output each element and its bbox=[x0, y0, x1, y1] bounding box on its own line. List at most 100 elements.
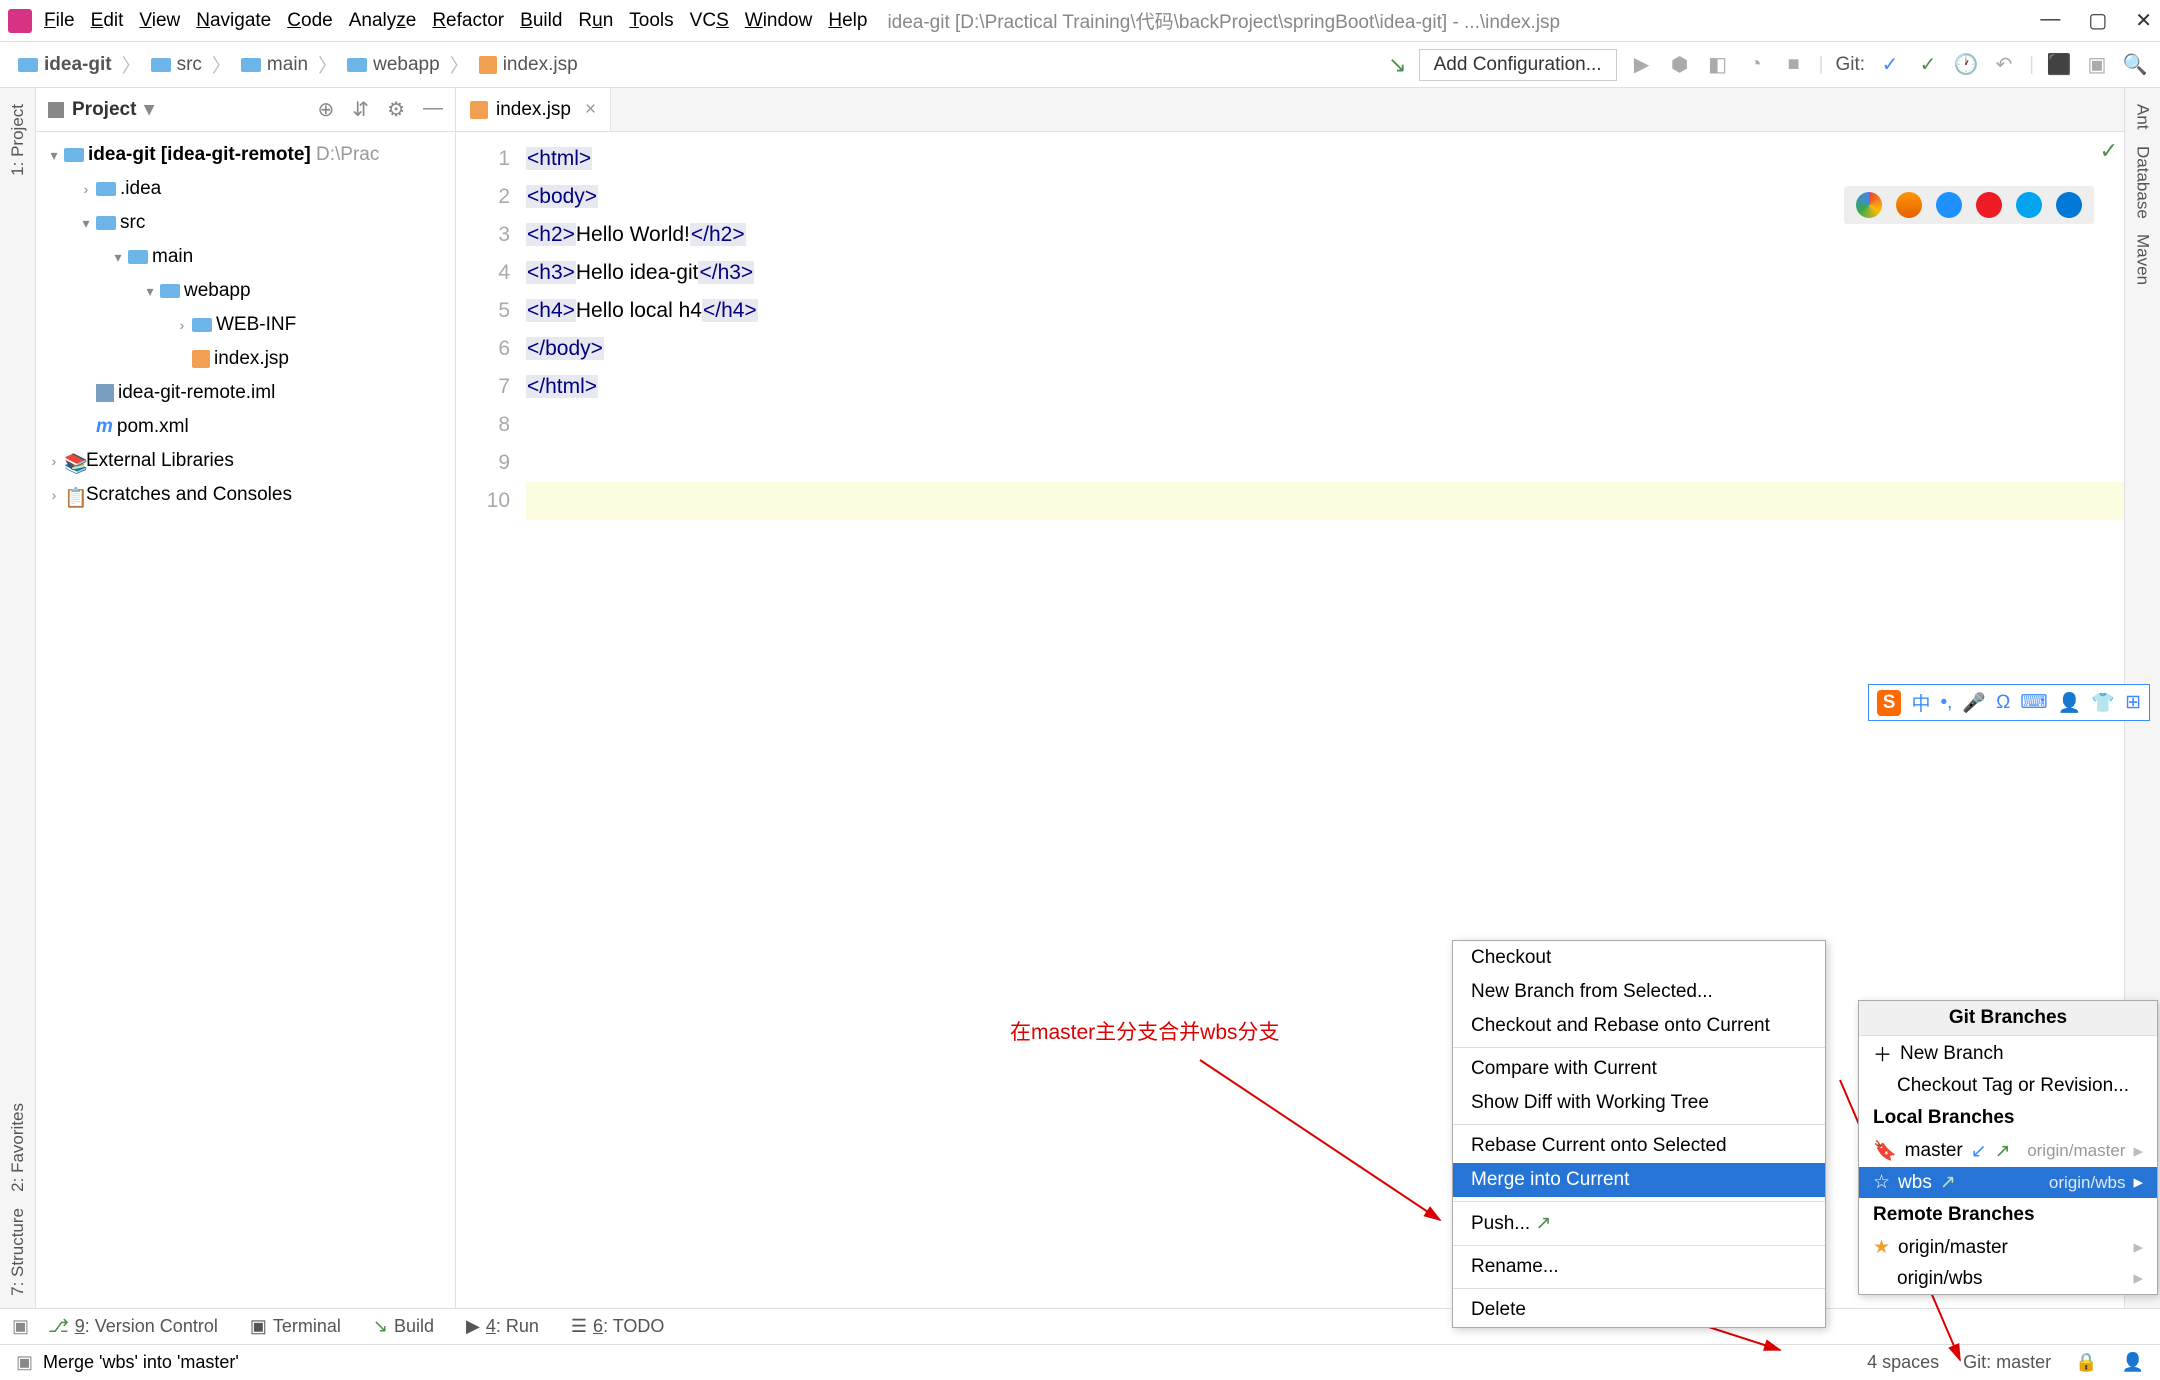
ime-tool-icon[interactable]: ⊞ bbox=[2125, 691, 2141, 714]
menu-code[interactable]: Code bbox=[287, 10, 332, 32]
chrome-icon[interactable] bbox=[1856, 192, 1882, 218]
breadcrumb-item[interactable]: idea-git bbox=[12, 52, 118, 78]
target-icon[interactable]: ⊕ bbox=[318, 97, 335, 122]
opera-icon[interactable] bbox=[1976, 192, 2002, 218]
edge-icon[interactable] bbox=[2056, 192, 2082, 218]
menu-vcs[interactable]: VCS bbox=[690, 10, 729, 32]
terminal-tool-button[interactable]: ▣Terminal bbox=[250, 1316, 341, 1337]
git-commit-icon[interactable]: ✓ bbox=[1915, 52, 1941, 78]
maven-tool-button[interactable]: Maven bbox=[2133, 226, 2153, 293]
menu-item-merge[interactable]: Merge into Current bbox=[1453, 1163, 1825, 1197]
new-branch-item[interactable]: ＋New Branch bbox=[1859, 1036, 2157, 1071]
panel-title[interactable]: Project ▾ bbox=[48, 98, 154, 121]
favorites-tool-button[interactable]: 2: Favorites bbox=[8, 1095, 28, 1200]
debug-icon[interactable]: ⬢ bbox=[1667, 52, 1693, 78]
collapse-icon[interactable]: ⇵ bbox=[352, 97, 369, 122]
menu-item[interactable]: Rename... bbox=[1453, 1250, 1825, 1284]
menu-item[interactable]: Rebase Current onto Selected bbox=[1453, 1129, 1825, 1163]
hide-icon[interactable]: — bbox=[423, 97, 443, 122]
editor-tab[interactable]: index.jsp × bbox=[456, 88, 611, 131]
popup-title: Git Branches bbox=[1859, 1001, 2157, 1036]
menu-run[interactable]: Run bbox=[578, 10, 613, 32]
tab-close-icon[interactable]: × bbox=[585, 99, 596, 121]
breadcrumb-item[interactable]: src bbox=[145, 52, 208, 78]
branch-item-wbs[interactable]: ☆wbs↗origin/wbs▸ bbox=[1859, 1167, 2157, 1198]
git-update-icon[interactable]: ✓ bbox=[1877, 52, 1903, 78]
minimize-icon[interactable]: — bbox=[2040, 8, 2060, 33]
breadcrumb-item[interactable]: index.jsp bbox=[473, 52, 584, 78]
git-branch-status[interactable]: Git: master bbox=[1963, 1352, 2051, 1373]
git-history-icon[interactable]: 🕐 bbox=[1953, 52, 1979, 78]
menu-item[interactable]: Checkout and Rebase onto Current bbox=[1453, 1009, 1825, 1043]
build-tool-button[interactable]: ↘Build bbox=[373, 1316, 434, 1337]
vcs-tool-button[interactable]: ⎇9: Version Control bbox=[48, 1316, 218, 1337]
menu-item[interactable]: Delete bbox=[1453, 1293, 1825, 1327]
search-icon[interactable]: 🔍 bbox=[2122, 52, 2148, 78]
branch-item[interactable]: ★origin/master▸ bbox=[1859, 1232, 2157, 1263]
left-toolbar: 1: Project 2: Favorites 7: Structure bbox=[0, 88, 36, 1344]
profile-icon[interactable]: ◔ bbox=[1743, 52, 1769, 78]
branch-item-master[interactable]: 🔖master↙↗origin/master▸ bbox=[1859, 1135, 2157, 1167]
menu-navigate[interactable]: Navigate bbox=[196, 10, 271, 32]
menu-edit[interactable]: Edit bbox=[91, 10, 124, 32]
checkout-tag-item[interactable]: Checkout Tag or Revision... bbox=[1859, 1071, 2157, 1101]
annotation-text: 在master主分支合并wbs分支 bbox=[1010, 1016, 1280, 1046]
avatar-icon[interactable]: 👤 bbox=[2122, 1352, 2144, 1373]
ime-keyboard-icon[interactable]: ⌨ bbox=[2020, 691, 2047, 714]
menu-tools[interactable]: Tools bbox=[629, 10, 673, 32]
local-branches-header: Local Branches bbox=[1859, 1101, 2157, 1135]
safari-icon[interactable] bbox=[1936, 192, 1962, 218]
git-revert-icon[interactable]: ↶ bbox=[1991, 52, 2017, 78]
folder-icon bbox=[18, 58, 38, 72]
ime-punct-icon[interactable]: •, bbox=[1940, 692, 1952, 714]
lock-icon[interactable]: 🔒 bbox=[2075, 1352, 2097, 1373]
database-tool-button[interactable]: Database bbox=[2133, 138, 2153, 227]
inspection-icon[interactable]: ✓ bbox=[2100, 138, 2118, 164]
breadcrumb: idea-git 〉 src 〉 main 〉 webapp 〉 index.j… bbox=[12, 51, 584, 78]
menu-build[interactable]: Build bbox=[520, 10, 562, 32]
coverage-icon[interactable]: ◧ bbox=[1705, 52, 1731, 78]
structure-tool-button[interactable]: 7: Structure bbox=[8, 1200, 28, 1304]
menu-analyze[interactable]: Analyze bbox=[349, 10, 417, 32]
star-icon: ★ bbox=[1873, 1236, 1890, 1259]
menu-help[interactable]: Help bbox=[828, 10, 867, 32]
run-tool-button[interactable]: ▶4: Run bbox=[466, 1316, 539, 1337]
project-tool-button[interactable]: 1: Project bbox=[8, 96, 28, 184]
ime-user-icon[interactable]: 👤 bbox=[2058, 691, 2082, 715]
menu-refactor[interactable]: Refactor bbox=[432, 10, 504, 32]
breadcrumb-item[interactable]: main bbox=[235, 52, 314, 78]
hierarchy-icon[interactable]: ⬛ bbox=[2046, 52, 2072, 78]
ime-mic-icon[interactable]: 🎤 bbox=[1962, 691, 1986, 715]
project-tree[interactable]: ▾idea-git [idea-git-remote] D:\Prac ›.id… bbox=[36, 132, 455, 1344]
menu-item[interactable]: New Branch from Selected... bbox=[1453, 975, 1825, 1009]
breadcrumb-item[interactable]: webapp bbox=[341, 52, 446, 78]
firefox-icon[interactable] bbox=[1896, 192, 1922, 218]
ime-omega-icon[interactable]: Ω bbox=[1996, 692, 2010, 714]
close-icon[interactable]: ✕ bbox=[2135, 8, 2152, 33]
browser-icons bbox=[1844, 186, 2094, 224]
branch-item[interactable]: origin/wbs▸ bbox=[1859, 1263, 2157, 1294]
ime-skin-icon[interactable]: 👕 bbox=[2091, 691, 2115, 715]
maximize-icon[interactable]: ▢ bbox=[2088, 8, 2107, 33]
gear-icon[interactable]: ⚙ bbox=[387, 97, 405, 122]
menu-window[interactable]: Window bbox=[745, 10, 813, 32]
menu-item[interactable]: Show Diff with Working Tree bbox=[1453, 1086, 1825, 1120]
menu-view[interactable]: View bbox=[139, 10, 180, 32]
ime-lang-icon[interactable]: 中 bbox=[1911, 689, 1930, 716]
menu-item[interactable]: Checkout bbox=[1453, 941, 1825, 975]
todo-tool-button[interactable]: ☰6: TODO bbox=[571, 1316, 665, 1337]
ant-tool-button[interactable]: Ant bbox=[2133, 96, 2153, 138]
run-icon[interactable]: ▶ bbox=[1629, 52, 1655, 78]
menu-item[interactable]: Compare with Current bbox=[1453, 1052, 1825, 1086]
ie-icon[interactable] bbox=[2016, 192, 2042, 218]
window-icon[interactable]: ▣ bbox=[2084, 52, 2110, 78]
menu-item[interactable]: Push... ↗ bbox=[1453, 1206, 1825, 1241]
folder-icon bbox=[241, 58, 261, 72]
run-config-button[interactable]: Add Configuration... bbox=[1419, 49, 1617, 81]
indent-status[interactable]: 4 spaces bbox=[1867, 1352, 1939, 1373]
ime-logo-icon[interactable]: S bbox=[1877, 690, 1902, 716]
stop-icon[interactable]: ■ bbox=[1781, 52, 1807, 78]
build-icon[interactable]: ↘ bbox=[1388, 52, 1406, 78]
menu-file[interactable]: File bbox=[44, 10, 75, 32]
window-icon[interactable]: ▣ bbox=[12, 1316, 36, 1337]
